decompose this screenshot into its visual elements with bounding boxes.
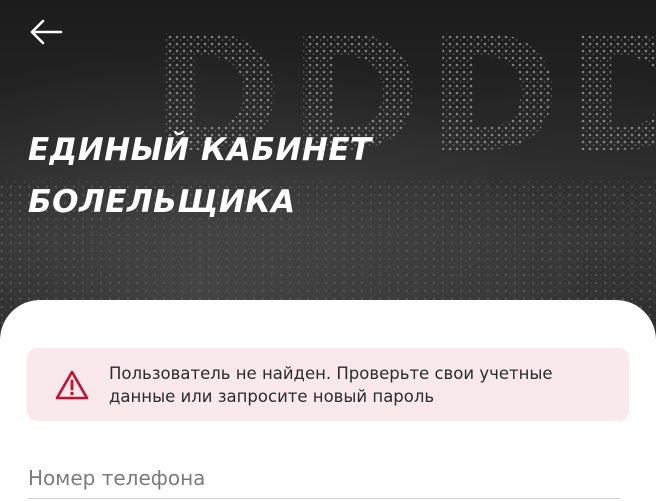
error-message: Пользователь не найден. Проверьте свои у… bbox=[109, 363, 553, 406]
back-button[interactable] bbox=[24, 12, 68, 52]
warning-triangle-icon bbox=[55, 370, 89, 399]
page-title-line-1: ЕДИНЫЙ КАБИНЕТ bbox=[28, 132, 372, 168]
page-title-line-2: БОЛЕЛЬЩИКА bbox=[28, 184, 296, 220]
phone-field-label[interactable]: Номер телефона bbox=[28, 465, 205, 491]
phone-field-underline[interactable] bbox=[28, 498, 620, 499]
hero-banner: DDDDЛ ЕДИНЫЙ КАБИНЕТ БОЛЕЛЬЩИКА bbox=[0, 0, 656, 340]
login-sheet: Пользователь не найден. Проверьте свои у… bbox=[0, 300, 656, 501]
page-title: ЕДИНЫЙ КАБИНЕТ БОЛЕЛЬЩИКА bbox=[28, 124, 372, 228]
error-alert: Пользователь не найден. Проверьте свои у… bbox=[27, 348, 629, 421]
arrow-left-icon bbox=[30, 19, 63, 45]
